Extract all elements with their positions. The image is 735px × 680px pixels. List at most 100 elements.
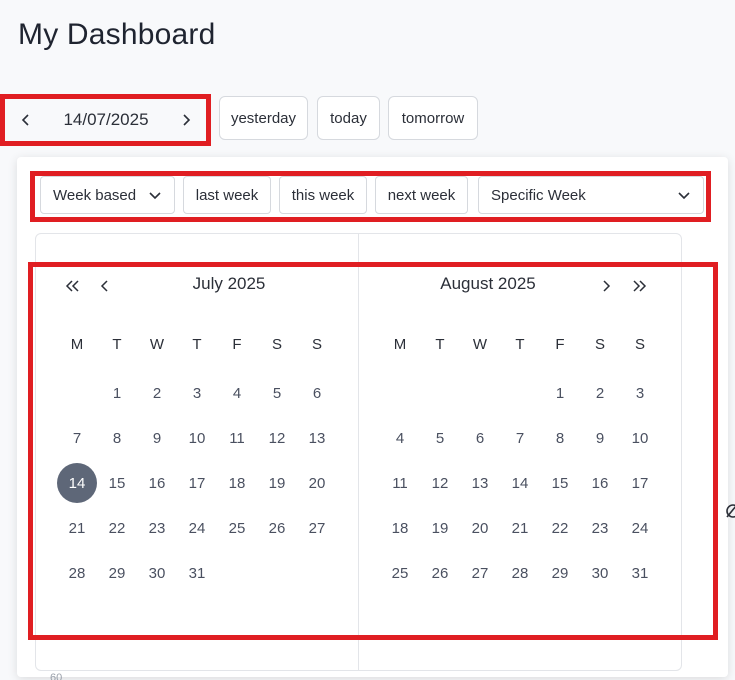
calendar-day[interactable]: 18 bbox=[380, 508, 420, 548]
next-day-button[interactable] bbox=[178, 112, 194, 128]
calendar-day[interactable]: 10 bbox=[177, 418, 217, 458]
page-title: My Dashboard bbox=[18, 18, 216, 51]
calendar-day[interactable]: 22 bbox=[540, 508, 580, 548]
calendar-day[interactable]: 28 bbox=[500, 553, 540, 593]
calendar-day[interactable]: 30 bbox=[580, 553, 620, 593]
calendar-day[interactable]: 1 bbox=[97, 373, 137, 413]
calendar-day[interactable]: 27 bbox=[297, 508, 337, 548]
calendar-day[interactable]: 24 bbox=[620, 508, 660, 548]
double-chevron-right-icon bbox=[633, 280, 647, 292]
weekday-header: T bbox=[112, 336, 122, 353]
this-week-button[interactable]: this week bbox=[279, 176, 367, 214]
calendar-day[interactable]: 9 bbox=[137, 418, 177, 458]
calendar-day[interactable]: 17 bbox=[620, 463, 660, 503]
calendar-day[interactable]: 10 bbox=[620, 418, 660, 458]
calendar-day[interactable]: 4 bbox=[217, 373, 257, 413]
calendar-day[interactable]: 5 bbox=[420, 418, 460, 458]
calendar-day[interactable]: 6 bbox=[297, 373, 337, 413]
selected-day[interactable]: 14 bbox=[57, 463, 97, 503]
calendar-day[interactable]: 25 bbox=[380, 553, 420, 593]
calendar-day[interactable]: 19 bbox=[420, 508, 460, 548]
chart-edge-label: 60 bbox=[50, 672, 63, 680]
calendar-day[interactable]: 2 bbox=[137, 373, 177, 413]
calendar-day[interactable]: 1 bbox=[540, 373, 580, 413]
calendar-day[interactable]: 14 bbox=[500, 463, 540, 503]
calendar-day[interactable]: 23 bbox=[137, 508, 177, 548]
calendar-day[interactable]: 16 bbox=[580, 463, 620, 503]
chevron-left-icon bbox=[100, 280, 108, 292]
calendar-day[interactable]: 7 bbox=[57, 418, 97, 458]
calendar-day[interactable]: 21 bbox=[57, 508, 97, 548]
calendar-day[interactable]: 28 bbox=[57, 553, 97, 593]
chevron-right-icon bbox=[183, 114, 191, 126]
weekday-header: T bbox=[192, 336, 202, 353]
tomorrow-button[interactable]: tomorrow bbox=[388, 96, 478, 140]
next-week-button[interactable]: next week bbox=[375, 176, 468, 214]
previous-day-button[interactable] bbox=[18, 112, 34, 128]
calendar-day[interactable]: 24 bbox=[177, 508, 217, 548]
edit-icon bbox=[726, 504, 735, 518]
calendar-day[interactable]: 25 bbox=[217, 508, 257, 548]
weekday-header: F bbox=[232, 336, 242, 353]
calendar-day[interactable]: 21 bbox=[500, 508, 540, 548]
calendar-day[interactable]: 17 bbox=[177, 463, 217, 503]
calendar-day[interactable]: 12 bbox=[257, 418, 297, 458]
chevron-left-icon bbox=[21, 114, 29, 126]
calendar-day[interactable]: 13 bbox=[297, 418, 337, 458]
calendar-day[interactable]: 5 bbox=[257, 373, 297, 413]
calendar-day[interactable]: 8 bbox=[97, 418, 137, 458]
calendar-day[interactable]: 29 bbox=[540, 553, 580, 593]
calendar-day[interactable]: 4 bbox=[380, 418, 420, 458]
calendar-day[interactable]: 31 bbox=[620, 553, 660, 593]
next-month-button[interactable] bbox=[597, 276, 617, 296]
weekday-header: S bbox=[634, 336, 645, 353]
current-date[interactable]: 14/07/2025 bbox=[63, 110, 148, 130]
weekday-header: M bbox=[70, 336, 84, 353]
calendar-day[interactable]: 23 bbox=[580, 508, 620, 548]
calendar-day[interactable]: 22 bbox=[97, 508, 137, 548]
calendar-day[interactable]: 26 bbox=[420, 553, 460, 593]
calendar-day[interactable]: 20 bbox=[460, 508, 500, 548]
calendar-day[interactable]: 16 bbox=[137, 463, 177, 503]
calendar-day[interactable]: 15 bbox=[97, 463, 137, 503]
calendar-day[interactable]: 7 bbox=[500, 418, 540, 458]
previous-year-button[interactable] bbox=[62, 276, 82, 296]
previous-month-button[interactable] bbox=[94, 276, 114, 296]
specific-week-label: Specific Week bbox=[491, 186, 586, 204]
calendar-day[interactable]: 31 bbox=[177, 553, 217, 593]
calendar-day[interactable]: 20 bbox=[297, 463, 337, 503]
chevron-down-icon bbox=[677, 188, 691, 202]
next-year-button[interactable] bbox=[630, 276, 650, 296]
weekday-header: W bbox=[472, 336, 488, 353]
chevron-right-icon bbox=[603, 280, 611, 292]
calendar-day[interactable]: 27 bbox=[460, 553, 500, 593]
calendar-divider bbox=[358, 233, 359, 671]
calendar-day[interactable]: 13 bbox=[460, 463, 500, 503]
calendar-day[interactable]: 3 bbox=[620, 373, 660, 413]
calendar-day[interactable]: 15 bbox=[540, 463, 580, 503]
calendar-day[interactable]: 9 bbox=[580, 418, 620, 458]
calendar-day[interactable]: 8 bbox=[540, 418, 580, 458]
calendar-day[interactable]: 19 bbox=[257, 463, 297, 503]
weekday-header: S bbox=[594, 336, 605, 353]
today-button[interactable]: today bbox=[317, 96, 380, 140]
week-mode-label: Week based bbox=[53, 186, 137, 204]
double-chevron-left-icon bbox=[65, 280, 79, 292]
calendar-day[interactable]: 18 bbox=[217, 463, 257, 503]
weekday-header: F bbox=[555, 336, 565, 353]
calendar-day[interactable]: 2 bbox=[580, 373, 620, 413]
calendar-day[interactable]: 30 bbox=[137, 553, 177, 593]
calendar-day[interactable]: 11 bbox=[217, 418, 257, 458]
calendar-day[interactable]: 6 bbox=[460, 418, 500, 458]
calendar-day[interactable]: 12 bbox=[420, 463, 460, 503]
calendar-day[interactable]: 3 bbox=[177, 373, 217, 413]
date-navigator: 14/07/2025 bbox=[4, 97, 208, 143]
calendar-day[interactable]: 11 bbox=[380, 463, 420, 503]
week-mode-select[interactable]: Week based bbox=[40, 176, 175, 214]
calendar-day[interactable]: 26 bbox=[257, 508, 297, 548]
yesterday-button[interactable]: yesterday bbox=[219, 96, 308, 140]
calendar-day[interactable]: 29 bbox=[97, 553, 137, 593]
weekday-header: T bbox=[435, 336, 445, 353]
specific-week-select[interactable]: Specific Week bbox=[478, 176, 704, 214]
last-week-button[interactable]: last week bbox=[183, 176, 271, 214]
